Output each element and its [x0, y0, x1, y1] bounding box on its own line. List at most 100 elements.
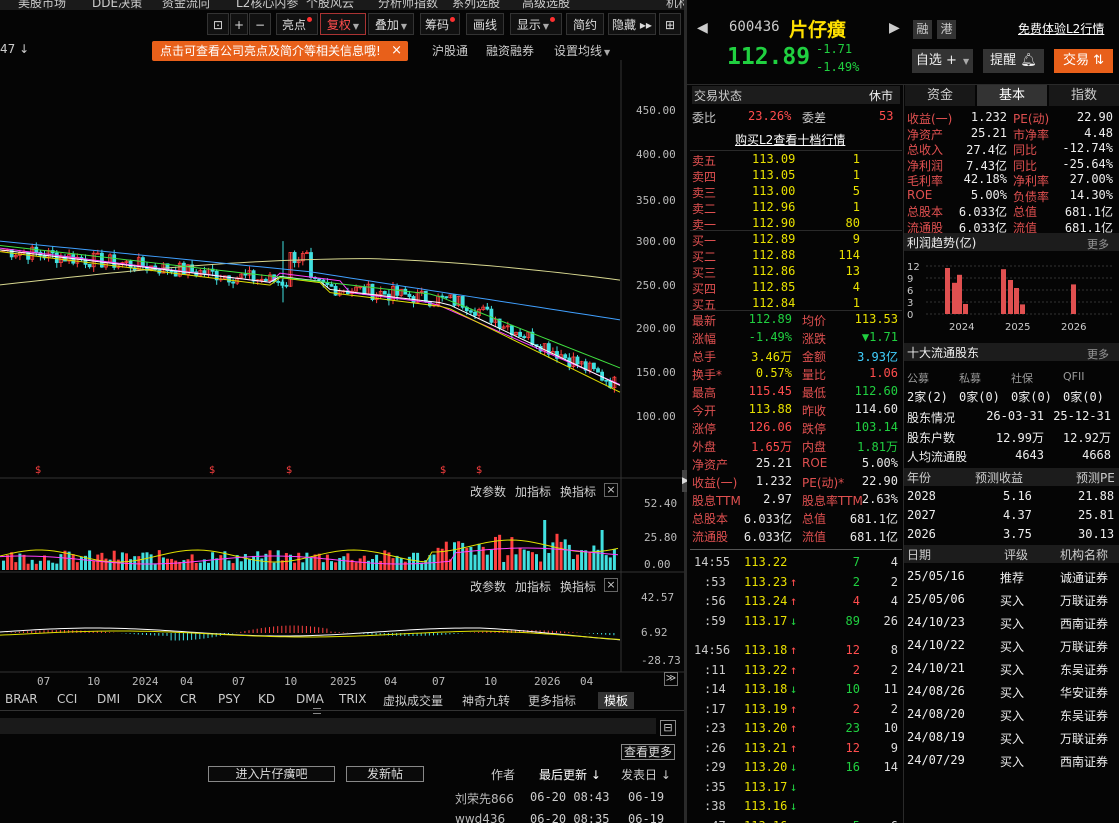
volume-bar: [571, 559, 575, 570]
switch-indicator-link-2[interactable]: 换指标: [560, 578, 596, 595]
free-l2-link[interactable]: 免费体验L2行情: [1018, 20, 1104, 37]
add-indicator-link[interactable]: 加指标: [515, 483, 551, 500]
new-post-button[interactable]: 发新帖: [346, 766, 424, 782]
forum-user[interactable]: 刘荣先866: [455, 790, 514, 807]
indicator-tab-8[interactable]: TRIX: [339, 692, 366, 706]
lock-icon[interactable]: ⊡: [207, 13, 229, 35]
minimize-icon[interactable]: ⊟: [660, 720, 676, 736]
add-watchlist-button[interactable]: 自选 + ▼: [912, 49, 973, 73]
fund-tab-2[interactable]: 指数: [1049, 85, 1119, 106]
close-icon[interactable]: ×: [391, 41, 402, 61]
ask-row[interactable]: 卖四 113.05 1: [692, 168, 862, 184]
fund-tab-0[interactable]: 资金: [905, 85, 975, 106]
buy-l2-link[interactable]: 购买L2查看十档行情: [735, 131, 845, 148]
highlights-button[interactable]: 亮点: [276, 13, 318, 35]
menu-item-6[interactable]: 系列选股: [452, 0, 500, 10]
close-panel-icon[interactable]: ×: [604, 483, 618, 497]
menu-item-0[interactable]: 美股市场: [18, 0, 66, 10]
indicator-tab-5[interactable]: PSY: [218, 692, 240, 706]
rating-broker[interactable]: 华安证券: [1060, 684, 1108, 701]
indicator-tab-10[interactable]: 神奇九转: [462, 692, 510, 709]
info-tip-banner[interactable]: 点击可查看公司亮点及简介等相关信息哦! ×: [152, 41, 408, 61]
enter-forum-button[interactable]: 进入片仔癀吧: [208, 766, 335, 782]
chips-button[interactable]: 筹码: [420, 13, 460, 35]
ask-row[interactable]: 卖二 112.96 1: [692, 200, 862, 216]
fund-label: ROE: [907, 187, 933, 202]
change-param-link[interactable]: 改参数: [470, 483, 506, 500]
margin-link[interactable]: 融资融券: [486, 42, 534, 59]
profit-more-link[interactable]: 更多: [1087, 236, 1109, 252]
fund-tab-1[interactable]: 基本: [977, 85, 1047, 106]
forum-header-bar: [0, 718, 656, 734]
grid-icon[interactable]: ⊞: [659, 13, 681, 35]
bid-row[interactable]: 买一 112.89 9: [692, 232, 862, 248]
menu-item-1[interactable]: DDE决策: [92, 0, 142, 10]
ma-settings-link[interactable]: 设置均线 ▼: [554, 42, 610, 59]
zoom-in-icon[interactable]: +: [230, 13, 248, 35]
view-more-button[interactable]: 查看更多: [621, 744, 675, 760]
hgt-link[interactable]: 沪股通: [432, 42, 468, 59]
indicator-tab-7[interactable]: DMA: [296, 692, 324, 706]
indicator-tab-2[interactable]: DMI: [97, 692, 120, 706]
close-panel-icon[interactable]: ×: [604, 578, 618, 592]
trade-button[interactable]: 交易 ⇅: [1054, 49, 1113, 73]
quote-label: 涨跌: [802, 332, 827, 346]
hide-button[interactable]: 隐藏 ▸▸: [608, 13, 656, 35]
indicator-tab-11[interactable]: 更多指标: [528, 692, 576, 709]
profit-bar: [1008, 280, 1013, 314]
menu-item-5[interactable]: 分析师指数: [378, 0, 438, 10]
rating-broker[interactable]: 万联证券: [1060, 730, 1108, 747]
indicator-tab-6[interactable]: KD: [258, 692, 275, 706]
indicator-tab-3[interactable]: DKX: [137, 692, 162, 706]
indicator-tab-0[interactable]: BRAR: [5, 692, 38, 706]
holders-more-link[interactable]: 更多: [1087, 346, 1109, 362]
fund-label: 同比: [1013, 143, 1038, 157]
bid-row[interactable]: 买三 112.86 13: [692, 264, 862, 280]
ask-row[interactable]: 卖三 113.00 5: [692, 184, 862, 200]
next-stock-icon[interactable]: ▶: [889, 20, 900, 36]
menu-item-3[interactable]: L2核心内参: [236, 0, 298, 10]
add-indicator-link-2[interactable]: 加指标: [515, 578, 551, 595]
hk-tag[interactable]: 港: [937, 20, 956, 39]
bid-row[interactable]: 买二 112.88 114: [692, 248, 862, 264]
draw-line-button[interactable]: 画线: [466, 13, 504, 35]
rating-broker[interactable]: 万联证券: [1060, 638, 1108, 655]
margin-tag[interactable]: 融: [913, 20, 932, 39]
kline-chart[interactable]: $ $ $ $ $: [0, 60, 684, 690]
bid-row[interactable]: 买四 112.85 4: [692, 280, 862, 296]
bid-row[interactable]: 买五 112.84 1: [692, 296, 862, 312]
volume-bar: [219, 555, 223, 570]
rating-broker[interactable]: 西南证券: [1060, 615, 1108, 632]
simple-button[interactable]: 简约: [566, 13, 604, 35]
indicator-tab-9[interactable]: 虚拟成交量: [383, 692, 443, 709]
rating-broker[interactable]: 万联证券: [1060, 592, 1108, 609]
change-param-link-2[interactable]: 改参数: [470, 578, 506, 595]
fund-value: 4.48: [1084, 125, 1113, 140]
switch-indicator-link[interactable]: 换指标: [560, 483, 596, 500]
overlay-button[interactable]: 叠加 ▼: [368, 13, 414, 35]
indicator-tab-4[interactable]: CR: [180, 692, 197, 706]
rating-broker[interactable]: 东吴证券: [1060, 707, 1108, 724]
indicator-tab-12[interactable]: 模板: [598, 692, 635, 709]
rating-broker[interactable]: 诚通证券: [1060, 569, 1108, 586]
menu-item-7[interactable]: 高级选股: [522, 0, 570, 10]
rating-broker[interactable]: 西南证券: [1060, 753, 1108, 770]
expand-icon[interactable]: ≫: [664, 672, 678, 686]
ask-row[interactable]: 卖五 113.09 1: [692, 152, 862, 168]
prev-stock-icon[interactable]: ◀: [697, 20, 708, 36]
post-date-sort[interactable]: 发表日 ↓: [621, 766, 671, 783]
resize-handle[interactable]: [313, 708, 321, 714]
fuquan-button[interactable]: 复权 ▼: [320, 13, 366, 35]
forum-user[interactable]: wwd436: [455, 812, 505, 823]
last-update-sort[interactable]: 最后更新 ↓: [539, 766, 601, 783]
rating-broker[interactable]: 东吴证券: [1060, 661, 1108, 678]
display-button[interactable]: 显示 ▼: [510, 13, 562, 35]
tick-time: :26: [704, 740, 726, 755]
zoom-out-icon[interactable]: −: [249, 13, 271, 35]
ask-row[interactable]: 卖一 112.90 80: [692, 216, 862, 232]
indicator-tab-1[interactable]: CCI: [57, 692, 77, 706]
alert-button[interactable]: 提醒 🔔︎: [983, 49, 1044, 73]
menu-item-4[interactable]: 个股风云: [306, 0, 354, 10]
quote-row: 总手 3.46万 金额 3.93亿: [692, 348, 902, 365]
menu-item-2[interactable]: 资金流向: [162, 0, 210, 10]
